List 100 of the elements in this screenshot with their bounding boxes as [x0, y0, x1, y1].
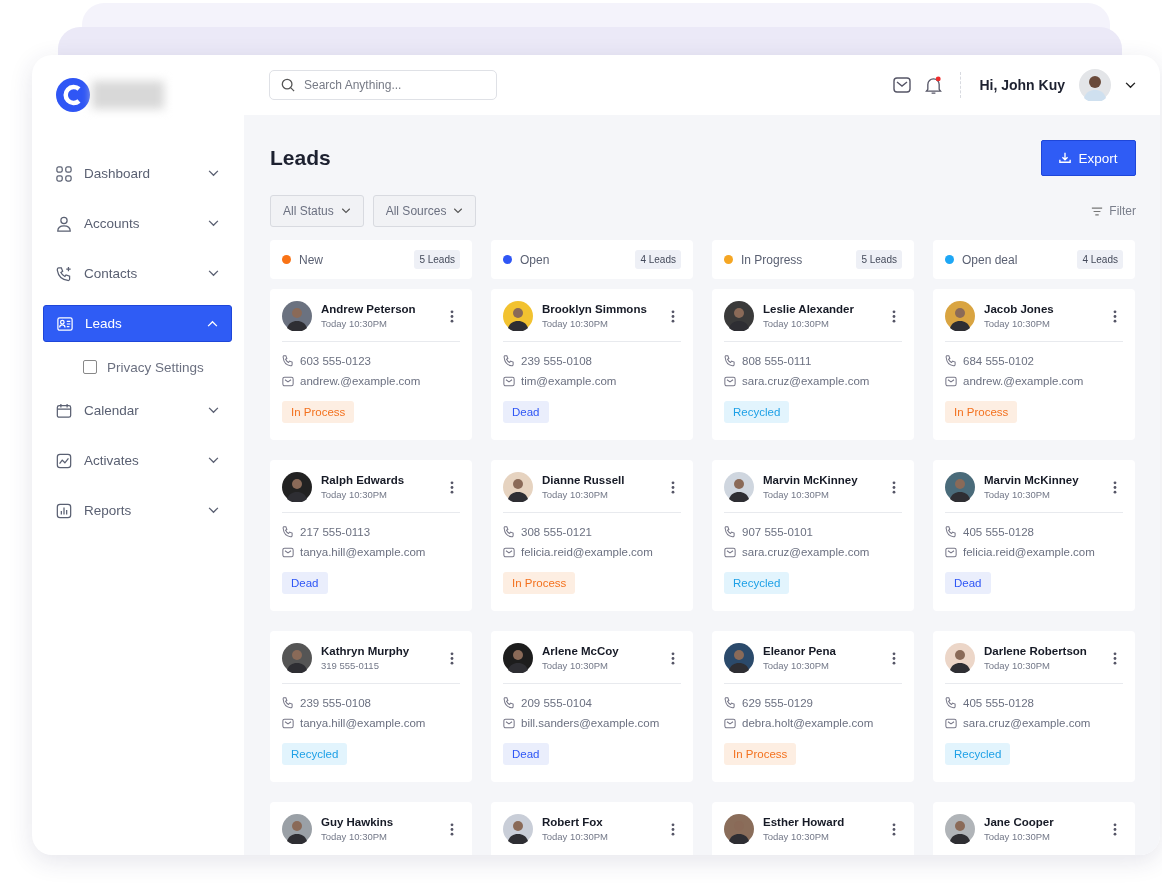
lead-card[interactable]: Darlene Robertson Today 10:30PM 405 555-0128 sara.cruz@example.com Recycled	[933, 631, 1135, 782]
status-tag: Recycled	[724, 572, 790, 594]
lead-card[interactable]: Jane Cooper Today 10:30PM	[933, 802, 1135, 855]
email-address: tim@example.com	[521, 375, 617, 387]
lead-card[interactable]: Arlene McCoy Today 10:30PM 209 555-0104 bill.sanders@example.com Dead	[491, 631, 693, 782]
email-address: felicia.reid@example.com	[521, 546, 653, 558]
more-icon[interactable]	[1113, 309, 1117, 323]
more-icon[interactable]	[892, 309, 896, 323]
avatar	[503, 472, 533, 502]
more-icon[interactable]	[1113, 822, 1117, 836]
user-icon	[56, 215, 72, 232]
email-address: andrew.@example.com	[300, 375, 421, 387]
lead-name: Brooklyn Simmons	[542, 303, 648, 315]
lead-card[interactable]: Kathryn Murphy 319 555-0115 239 555-0108 tanya.hill@example.com Recycled	[270, 631, 472, 782]
lead-time: Today 10:30PM	[542, 489, 609, 500]
blurred-text	[92, 81, 164, 109]
phone-number: 239 555-0108	[300, 697, 371, 709]
lead-card[interactable]: Eleanor Pena Today 10:30PM 629 555-0129 debra.holt@example.com In Process	[712, 631, 914, 782]
more-icon[interactable]	[450, 309, 454, 323]
more-icon[interactable]	[892, 480, 896, 494]
avatar[interactable]	[1079, 69, 1111, 101]
more-icon[interactable]	[892, 822, 896, 836]
lead-name: Marvin McKinney	[763, 474, 859, 486]
phone-icon	[724, 697, 736, 709]
lead-card[interactable]: Leslie Alexander Today 10:30PM 808 555-0111 sara.cruz@example.com Recycled	[712, 289, 914, 440]
lead-card[interactable]: Dianne Russell Today 10:30PM 308 555-0121 felicia.reid@example.com In Process	[491, 460, 693, 611]
avatar	[724, 643, 754, 673]
avatar	[945, 472, 975, 502]
status-tag: Dead	[282, 572, 328, 594]
avatar	[945, 814, 975, 844]
lead-card[interactable]: Robert Fox Today 10:30PM	[491, 802, 693, 855]
phone-number: 209 555-0104	[521, 697, 592, 709]
calendar-icon	[56, 402, 72, 419]
mail-icon[interactable]	[893, 77, 912, 93]
sidebar-item[interactable]: Dashboard	[43, 155, 232, 192]
lead-card[interactable]: Brooklyn Simmons Today 10:30PM 239 555-0108 tim@example.com Dead	[491, 289, 693, 440]
sidebar-item[interactable]: Calendar	[43, 392, 232, 429]
filter-button[interactable]: Filter	[1091, 204, 1136, 218]
sidebar-item[interactable]: Accounts	[43, 205, 232, 242]
phone-number: 808 555-0111	[742, 355, 812, 367]
mail-icon	[724, 717, 736, 729]
more-icon[interactable]	[1113, 480, 1117, 494]
phone-number: 405 555-0128	[963, 526, 1034, 538]
chevron-icon[interactable]	[1125, 81, 1136, 89]
status-tag: In Process	[724, 743, 797, 765]
more-icon[interactable]	[450, 651, 454, 665]
sidebar-subitem[interactable]: Privacy Settings	[43, 355, 232, 379]
lead-name: Arlene McCoy	[542, 645, 620, 657]
email-address: andrew.@example.com	[963, 375, 1084, 387]
lead-card[interactable]: Andrew Peterson Today 10:30PM 603 555-0123 andrew.@example.com In Process	[270, 289, 472, 440]
avatar	[503, 301, 533, 331]
search-field[interactable]: Search Anything...	[269, 70, 497, 100]
lead-time: Today 10:30PM	[763, 318, 830, 329]
lead-count: 4 Leads	[1077, 250, 1123, 269]
lead-card[interactable]: Guy Hawkins Today 10:30PM	[270, 802, 472, 855]
export-button[interactable]: Export	[1041, 140, 1136, 176]
sidebar-item[interactable]: Reports	[43, 492, 232, 529]
mail-icon	[945, 717, 957, 729]
more-icon[interactable]	[671, 651, 675, 665]
phone-number: 907 555-0101	[742, 526, 813, 538]
mail-icon	[503, 717, 515, 729]
sidebar-item[interactable]: Contacts	[43, 255, 232, 292]
lead-count: 4 Leads	[635, 250, 681, 269]
user-greeting: Hi, John Kuy	[979, 77, 1065, 93]
grid-icon	[56, 165, 72, 182]
phone-icon	[724, 355, 736, 367]
email-address: debra.holt@example.com	[742, 717, 874, 729]
lead-card[interactable]: Ralph Edwards Today 10:30PM 217 555-0113 tanya.hill@example.com Dead	[270, 460, 472, 611]
sidebar-item[interactable]: Leads	[43, 305, 232, 342]
checkbox[interactable]	[83, 360, 97, 374]
filter-dropdown[interactable]: All Status	[270, 195, 364, 227]
filter-dropdown[interactable]: All Sources	[372, 195, 477, 227]
column-title: Open deal	[962, 252, 1019, 267]
phone-icon	[503, 697, 515, 709]
avatar	[282, 301, 312, 331]
lead-name: Leslie Alexander	[763, 303, 855, 315]
status-tag: Dead	[503, 743, 549, 765]
more-icon[interactable]	[671, 309, 675, 323]
more-icon[interactable]	[450, 822, 454, 836]
more-icon[interactable]	[892, 651, 896, 665]
more-icon[interactable]	[1113, 651, 1117, 665]
more-icon[interactable]	[671, 822, 675, 836]
lead-name: Jacob Jones	[984, 303, 1055, 315]
sidebar-item[interactable]: Activates	[43, 442, 232, 479]
lead-card[interactable]: Jacob Jones Today 10:30PM 684 555-0102 andrew.@example.com In Process	[933, 289, 1135, 440]
mail-icon	[282, 717, 294, 729]
lead-card[interactable]: Marvin McKinney Today 10:30PM 907 555-0101 sara.cruz@example.com Recycled	[712, 460, 914, 611]
phone-number: 629 555-0129	[742, 697, 813, 709]
more-icon[interactable]	[671, 480, 675, 494]
lead-card[interactable]: Esther Howard Today 10:30PM	[712, 802, 914, 855]
lead-name: Dianne Russell	[542, 474, 626, 486]
status-tag: Dead	[945, 572, 991, 594]
lead-count: 5 Leads	[414, 250, 460, 269]
more-icon[interactable]	[450, 480, 454, 494]
phone-icon	[945, 355, 957, 367]
lead-time: Today 10:30PM	[763, 660, 830, 671]
status-tag: In Process	[282, 401, 355, 423]
bell-icon[interactable]	[925, 75, 943, 95]
lead-card[interactable]: Marvin McKinney Today 10:30PM 405 555-0128 felicia.reid@example.com Dead	[933, 460, 1135, 611]
phone-icon	[503, 526, 515, 538]
